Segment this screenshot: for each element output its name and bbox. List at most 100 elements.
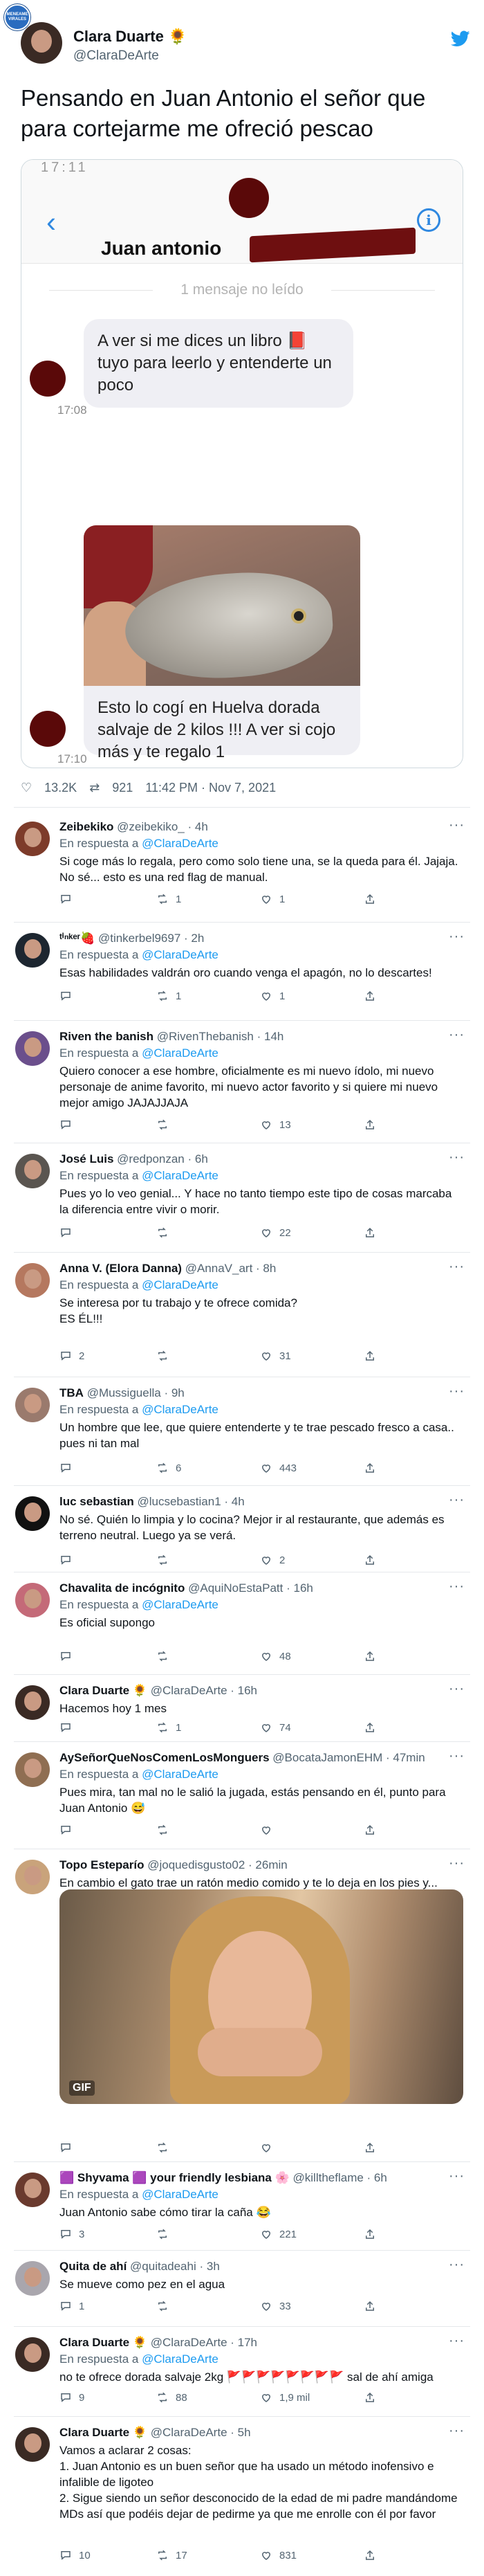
share-button[interactable] — [364, 2300, 376, 2312]
author-handle[interactable]: @ClaraDeArte — [73, 48, 159, 64]
retweet-button[interactable] — [156, 1350, 176, 1362]
reply-author-name[interactable]: 🟪 Shyvama 🟪 your friendly lesbiana 🌸 — [59, 2171, 290, 2184]
reply-to-handle[interactable]: @ClaraDeArte — [142, 1598, 218, 1611]
retweet-button[interactable] — [156, 1650, 176, 1662]
reply-button[interactable] — [59, 1462, 79, 1474]
reply-author-handle[interactable]: @RivenThebanish — [157, 1030, 254, 1043]
reply-author-name[interactable]: Riven the banish — [59, 1030, 153, 1043]
reply-author-handle[interactable]: @AnnaV_art — [185, 1262, 253, 1275]
more-options-icon[interactable]: ··· — [449, 1259, 465, 1275]
share-button[interactable] — [364, 990, 376, 1002]
reply-author-name[interactable]: Topo Esteparío — [59, 1858, 144, 1871]
more-options-icon[interactable]: ··· — [449, 929, 465, 945]
like-button[interactable]: 1 — [260, 990, 285, 1002]
like-button[interactable]: 221 — [260, 2228, 297, 2240]
reply-button[interactable]: 2 — [59, 1350, 84, 1362]
like-button[interactable]: 33 — [260, 2300, 291, 2312]
share-button[interactable] — [364, 893, 376, 905]
more-options-icon[interactable]: ··· — [449, 1579, 465, 1595]
share-button[interactable] — [364, 2391, 376, 2404]
retweet-button[interactable]: 88 — [156, 2391, 187, 2404]
reply-to-handle[interactable]: @ClaraDeArte — [142, 837, 218, 850]
like-button[interactable] — [260, 1824, 279, 1836]
reply-author-handle[interactable]: @killtheflame — [293, 2171, 364, 2184]
reply-avatar[interactable] — [15, 2337, 50, 2372]
reply-author-handle[interactable]: @lucsebastian1 — [137, 1495, 221, 1508]
reply-button[interactable]: 10 — [59, 2549, 91, 2561]
reply-to-handle[interactable]: @ClaraDeArte — [142, 2352, 218, 2366]
more-options-icon[interactable]: ··· — [449, 2333, 465, 2349]
reply-avatar[interactable] — [15, 1263, 50, 1298]
share-button[interactable] — [364, 1554, 376, 1566]
reply-button[interactable] — [59, 1824, 79, 1836]
reply-button[interactable] — [59, 893, 79, 905]
reply-button[interactable] — [59, 1721, 79, 1734]
like-button[interactable]: 2 — [260, 1554, 285, 1566]
reply-to-handle[interactable]: @ClaraDeArte — [142, 1403, 218, 1416]
reply-avatar[interactable] — [15, 1752, 50, 1787]
reply-button[interactable] — [59, 990, 79, 1002]
like-button[interactable] — [260, 2141, 279, 2154]
reply-button[interactable] — [59, 1118, 79, 1131]
reply-author-handle[interactable]: @ClaraDeArte — [151, 1684, 227, 1697]
dm-screenshot[interactable]: 17:11 ‹ Juan antonio i 1 mensaje no leíd… — [21, 159, 463, 768]
retweet-button[interactable]: 6 — [156, 1462, 181, 1474]
like-button[interactable]: 13 — [260, 1118, 291, 1131]
reply-author-handle[interactable]: @redponzan — [117, 1152, 185, 1165]
reply-author-handle[interactable]: @quitadeahi — [130, 2260, 196, 2273]
more-options-icon[interactable]: ··· — [449, 817, 465, 833]
reply-avatar[interactable] — [15, 1496, 50, 1531]
more-options-icon[interactable]: ··· — [449, 1150, 465, 1165]
gif-media[interactable]: GIF — [59, 1889, 463, 2104]
share-button[interactable] — [364, 1350, 376, 1362]
reply-button[interactable] — [59, 1650, 79, 1662]
author-name[interactable]: Clara Duarte 🌻 — [73, 28, 187, 46]
like-button[interactable]: 48 — [260, 1650, 291, 1662]
reply-author-name[interactable]: José Luis — [59, 1152, 113, 1165]
reply-avatar[interactable] — [15, 1031, 50, 1066]
like-button[interactable]: 1 — [260, 893, 285, 905]
share-button[interactable] — [364, 1650, 376, 1662]
retweet-button[interactable] — [156, 2141, 176, 2154]
more-options-icon[interactable]: ··· — [449, 2168, 465, 2184]
retweet-icon[interactable]: ⇄ — [89, 781, 100, 795]
share-button[interactable] — [364, 2141, 376, 2154]
share-button[interactable] — [364, 1462, 376, 1474]
reply-avatar[interactable] — [15, 1154, 50, 1188]
reply-author-name[interactable]: Quita de ahí — [59, 2260, 127, 2273]
more-options-icon[interactable]: ··· — [449, 1027, 465, 1043]
reply-author-handle[interactable]: @ClaraDeArte — [151, 2426, 227, 2439]
retweet-button[interactable] — [156, 1118, 176, 1131]
reply-button[interactable] — [59, 1226, 79, 1239]
retweet-button[interactable] — [156, 1824, 176, 1836]
retweet-button[interactable] — [156, 1226, 176, 1239]
reply-avatar[interactable] — [15, 2427, 50, 2462]
reply-avatar[interactable] — [15, 1860, 50, 1894]
like-button[interactable]: 831 — [260, 2549, 297, 2561]
reply-author-name[interactable]: Clara Duarte 🌻 — [59, 1684, 147, 1697]
reply-button[interactable]: 9 — [59, 2391, 84, 2404]
reply-author-name[interactable]: Zeibekiko — [59, 820, 113, 833]
reply-avatar[interactable] — [15, 933, 50, 968]
reply-author-name[interactable]: Chavalita de incógnito — [59, 1581, 185, 1595]
more-options-icon[interactable]: ··· — [449, 1856, 465, 1871]
more-options-icon[interactable]: ··· — [449, 1384, 465, 1399]
more-options-icon[interactable]: ··· — [449, 2423, 465, 2439]
reply-author-name[interactable]: Clara Duarte 🌻 — [59, 2426, 147, 2439]
retweet-button[interactable] — [156, 2300, 176, 2312]
reply-author-handle[interactable]: @BocataJamonEHM — [272, 1751, 382, 1764]
more-options-icon[interactable]: ··· — [449, 1492, 465, 1508]
reply-author-name[interactable]: AySeñorQueNosComenLosMonguers — [59, 1751, 270, 1764]
like-button[interactable]: 74 — [260, 1721, 291, 1734]
reply-to-handle[interactable]: @ClaraDeArte — [142, 1169, 218, 1182]
reply-to-handle[interactable]: @ClaraDeArte — [142, 2188, 218, 2201]
reply-avatar[interactable] — [15, 2173, 50, 2207]
reply-avatar[interactable] — [15, 1388, 50, 1422]
share-button[interactable] — [364, 1721, 376, 1734]
reply-author-name[interactable]: Clara Duarte 🌻 — [59, 2336, 147, 2349]
reply-button[interactable] — [59, 2141, 79, 2154]
reply-author-name[interactable]: Anna V. (Elora Danna) — [59, 1262, 182, 1275]
retweet-button[interactable] — [156, 1554, 176, 1566]
reply-to-handle[interactable]: @ClaraDeArte — [142, 1046, 218, 1060]
reply-avatar[interactable] — [15, 2261, 50, 2296]
